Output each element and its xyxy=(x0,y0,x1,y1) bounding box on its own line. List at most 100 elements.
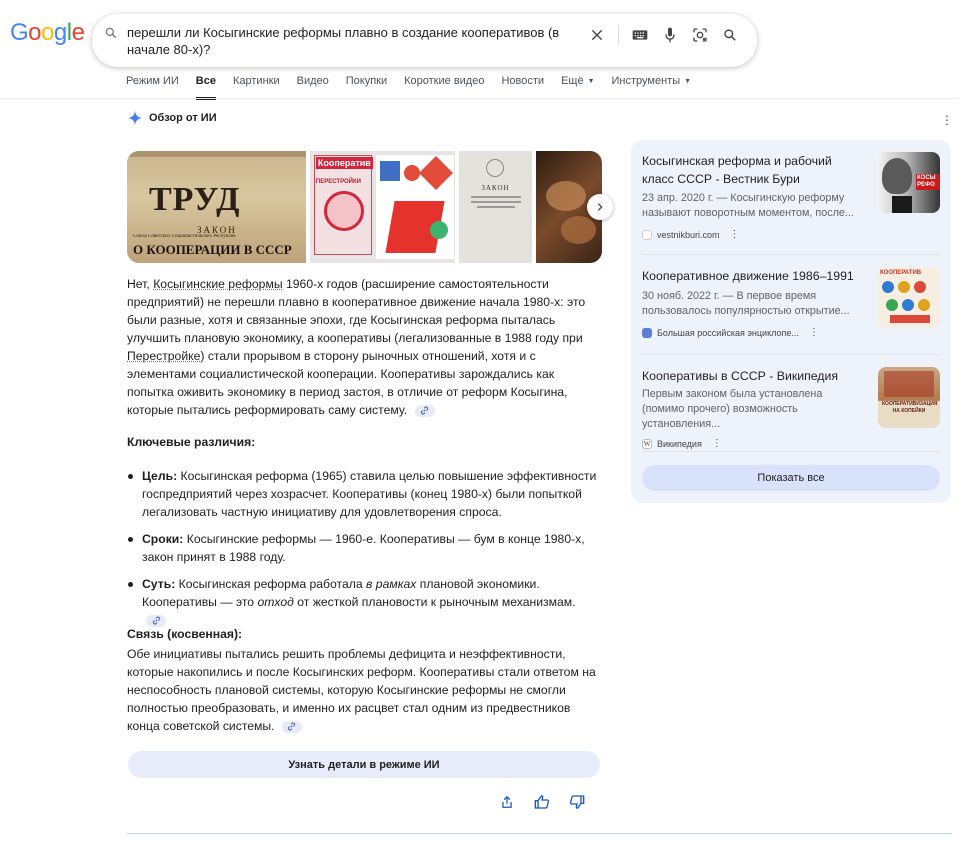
ai-answer-paragraph: Нет, Косыгинские реформы 1960-х годов (р… xyxy=(127,275,602,419)
kosygin-reforms-link[interactable]: Косыгинские реформы xyxy=(153,277,282,291)
thumbs-down-icon[interactable] xyxy=(567,793,586,810)
button-label: Показать все xyxy=(757,472,825,484)
button-label: Узнать детали в режиме ИИ xyxy=(288,758,440,771)
perestroika-link[interactable]: Перестройке xyxy=(127,349,200,363)
source-title[interactable]: Кооперативы в СССР - Википедия xyxy=(642,367,866,385)
tab-news[interactable]: Новости xyxy=(501,75,544,100)
gemini-sparkle-icon xyxy=(127,110,143,126)
ai-image-carousel: ТРУД ЗАКОН Союза Советских Социалистичес… xyxy=(127,151,602,263)
search-submit-icon[interactable] xyxy=(715,25,745,45)
connection-heading: Связь (косвенная): xyxy=(127,627,243,641)
source-link-icon[interactable] xyxy=(281,720,302,733)
tab-more[interactable]: Ещё ▼ xyxy=(561,75,594,100)
source-link-icon[interactable] xyxy=(414,404,435,417)
tab-tools[interactable]: Инструменты ▼ xyxy=(612,75,692,100)
microphone-icon[interactable] xyxy=(655,25,685,45)
bullet-text: Косыгинская реформа (1965) ставила целью… xyxy=(142,469,597,519)
connection-paragraph: Обе инициативы пытались решить проблемы … xyxy=(127,645,602,735)
site-name: Википедия xyxy=(657,438,702,449)
key-differences-heading: Ключевые различия: xyxy=(127,435,256,449)
search-input[interactable]: перешли ли Косыгинские реформы плавно в … xyxy=(127,24,587,58)
bullet-label: Суть: xyxy=(142,577,176,591)
bullet-text: Косыгинская реформа работала xyxy=(175,577,367,591)
clear-icon[interactable] xyxy=(582,25,612,45)
image-caption: ПЕРЕСТРОЙКИ xyxy=(315,179,361,185)
source-card[interactable]: Кооперативное движение 1986–1991 30 нояб… xyxy=(642,267,940,338)
differences-list: Цель: Косыгинская реформа (1965) ставила… xyxy=(127,467,602,638)
image-caption: О КООПЕРАЦИИ В СССР xyxy=(133,242,292,257)
header-divider xyxy=(0,98,959,99)
source-card[interactable]: Кооперативы в СССР - Википедия Первым за… xyxy=(642,367,940,449)
tab-label: Покупки xyxy=(345,75,388,87)
thumbnail-text: КООПЕРАТИВ xyxy=(880,270,922,276)
sources-panel: Косыгинская реформа и рабочий класс СССР… xyxy=(631,140,951,503)
show-all-button[interactable]: Показать все xyxy=(642,465,940,491)
source-site: vestnikburi.com ⋮ xyxy=(642,229,940,240)
search-icon xyxy=(105,27,117,39)
source-site: W Википедия ⋮ xyxy=(642,438,940,449)
list-item: Цель: Косыгинская реформа (1965) ставила… xyxy=(127,467,602,521)
bullet-label: Сроки: xyxy=(142,532,184,546)
image-perestroika-poster[interactable]: Кооператив ПЕРЕСТРОЙКИ xyxy=(309,151,456,263)
site-favicon-icon xyxy=(642,229,652,240)
google-logo[interactable]: Google xyxy=(10,19,85,47)
carousel-next-button[interactable] xyxy=(587,194,613,220)
source-thumbnail[interactable]: КООПЕРАТИВ xyxy=(878,267,940,328)
camera-lens-icon[interactable] xyxy=(685,25,715,45)
bullet-emphasis: в рамках xyxy=(366,577,417,591)
image-caption: ТРУД xyxy=(149,181,241,218)
site-name: vestnikburi.com xyxy=(657,229,720,240)
source-link-icon[interactable] xyxy=(146,614,166,627)
tab-label: Все xyxy=(195,75,216,87)
list-item: Суть: Косыгинская реформа работала в рам… xyxy=(127,575,602,629)
tab-shopping[interactable]: Покупки xyxy=(346,75,387,100)
divider xyxy=(642,254,940,255)
divider xyxy=(642,451,940,452)
tab-short-videos[interactable]: Короткие видео xyxy=(404,75,484,100)
ai-overview-header: Обзор от ИИ xyxy=(127,110,217,126)
source-card[interactable]: Косыгинская реформа и рабочий класс СССР… xyxy=(642,152,940,240)
source-snippet: 30 нояб. 2022 г. — В первое время пользо… xyxy=(642,290,850,317)
caret-down-icon: ▼ xyxy=(684,77,692,85)
source-thumbnail[interactable]: КОСЫ РЕФО xyxy=(878,152,940,213)
site-favicon-icon xyxy=(642,327,652,338)
ai-mode-details-button[interactable]: Узнать детали в режиме ИИ xyxy=(128,751,600,778)
share-icon[interactable] xyxy=(497,793,516,810)
bullet-text: Косыгинские реформы — 1960-е. Кооператив… xyxy=(142,532,585,564)
chevron-right-icon xyxy=(597,203,603,211)
more-options-icon[interactable]: ⋮ xyxy=(809,327,819,338)
thumbs-up-icon[interactable] xyxy=(532,793,551,810)
wikipedia-icon: W xyxy=(642,438,652,449)
more-options-icon[interactable]: ⋮ xyxy=(941,114,953,126)
keyboard-icon[interactable] xyxy=(625,25,655,45)
source-site: Большая российская энциклопе... ⋮ xyxy=(642,327,940,338)
caret-down-icon: ▼ xyxy=(587,77,595,85)
image-law-document[interactable]: ЗАКОН xyxy=(459,151,533,263)
text: Обе инициативы пытались решить проблемы … xyxy=(127,647,596,733)
divider xyxy=(618,25,619,45)
tab-label: Новости xyxy=(501,75,545,87)
feedback-bar xyxy=(497,793,586,810)
tab-label: Картинки xyxy=(232,75,280,87)
tab-ai-mode[interactable]: Режим ИИ xyxy=(126,75,179,100)
image-trud-newspaper[interactable]: ТРУД ЗАКОН Союза Советских Социалистичес… xyxy=(127,151,306,263)
tab-label: Ещё xyxy=(561,75,584,87)
source-title[interactable]: Кооперативное движение 1986–1991 xyxy=(642,267,866,285)
tab-all[interactable]: Все xyxy=(195,75,216,100)
image-caption: ЗАКОН xyxy=(481,184,510,192)
bullet-emphasis: отход xyxy=(257,595,294,609)
image-caption: Союза Советских Социалистических Республ… xyxy=(133,234,236,239)
source-thumbnail[interactable]: КООПЕРАТИВИЗАЦИЯ НА КОПЕЙКИ xyxy=(878,367,940,428)
tab-videos[interactable]: Видео xyxy=(297,75,329,100)
ai-overview-title: Обзор от ИИ xyxy=(149,112,217,124)
divider xyxy=(642,354,940,355)
bullet-text: от жесткой плановости к рыночным механиз… xyxy=(293,595,576,609)
section-divider xyxy=(127,833,952,834)
tab-images[interactable]: Картинки xyxy=(233,75,280,100)
source-title[interactable]: Косыгинская реформа и рабочий класс СССР… xyxy=(642,152,866,188)
thumbnail-text: КООПЕРАТИВИЗАЦИЯ НА КОПЕЙКИ xyxy=(882,401,938,414)
search-box[interactable]: перешли ли Косыгинские реформы плавно в … xyxy=(92,14,757,67)
list-item: Сроки: Косыгинские реформы — 1960-е. Коо… xyxy=(127,530,602,566)
more-options-icon[interactable]: ⋮ xyxy=(730,229,740,240)
more-options-icon[interactable]: ⋮ xyxy=(712,438,722,449)
